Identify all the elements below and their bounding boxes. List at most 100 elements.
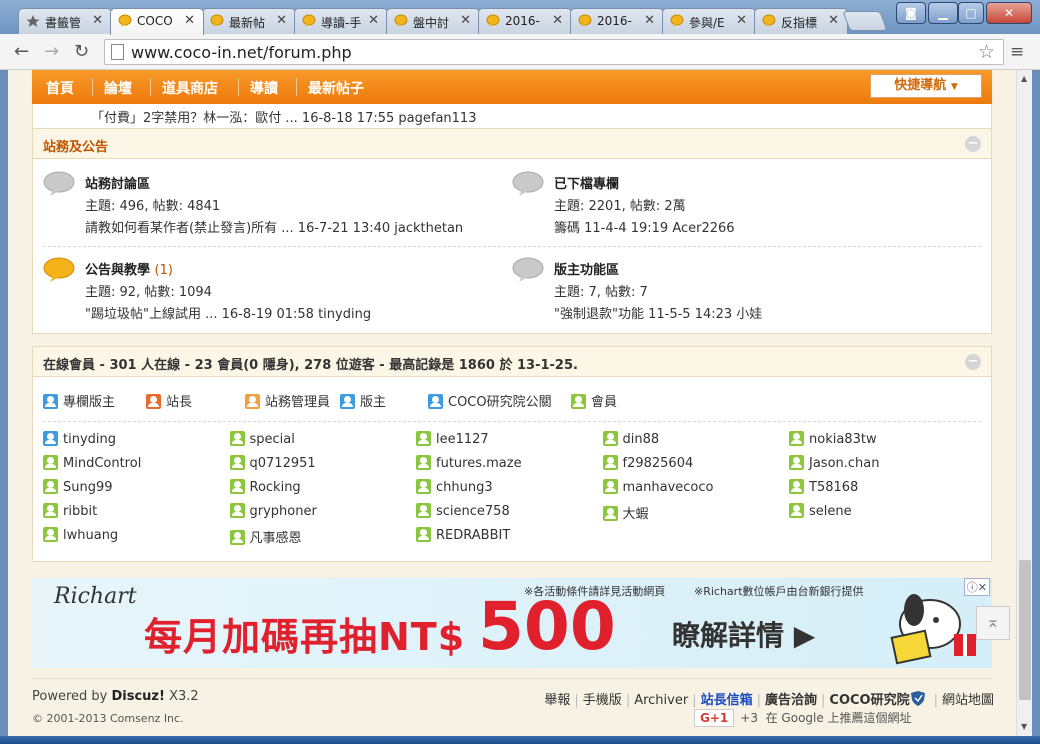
menu-icon[interactable]: ≡ <box>1010 42 1024 62</box>
ad-banner[interactable]: Richart ※各活動條件請詳見活動網頁 ※Richart數位帳戶由台新銀行提… <box>32 578 992 668</box>
nav-shop[interactable]: 道具商店 <box>162 78 218 98</box>
forum-last-post[interactable]: 籌碼 11-4-4 19:19 Acer2266 <box>554 217 735 236</box>
shield-icon[interactable] <box>910 691 930 708</box>
footer-link[interactable]: 手機版 <box>583 693 622 708</box>
browser-tab[interactable]: 反指標 ✕ <box>754 8 848 34</box>
tab-close-icon[interactable]: ✕ <box>828 13 839 28</box>
online-member[interactable]: MindControl <box>43 455 141 471</box>
url-text[interactable]: www.coco-in.net/forum.php <box>131 43 352 62</box>
footer-link[interactable]: 站長信箱 <box>701 693 753 708</box>
back-arrow-icon[interactable]: ← <box>14 41 29 62</box>
online-title-label[interactable]: 在線會員 <box>43 358 95 373</box>
scroll-down-arrow-icon[interactable]: ▼ <box>1021 722 1027 731</box>
scrollbar-thumb[interactable] <box>1019 560 1031 700</box>
forum-name-link[interactable]: 公告與教學 <box>85 263 150 278</box>
online-member[interactable]: 凡事感恩 <box>229 527 302 546</box>
tab-close-icon[interactable]: ✕ <box>644 13 655 28</box>
nav-forum[interactable]: 論壇 <box>104 78 132 98</box>
nav-guide[interactable]: 導讀 <box>250 78 278 98</box>
online-member[interactable]: nokia83tw <box>789 431 877 447</box>
online-member[interactable]: Jason.chan <box>789 455 880 471</box>
tab-label: 2016- <box>505 14 540 28</box>
online-member[interactable]: REDRABBIT <box>416 527 510 543</box>
last-post-link[interactable]: 「付費」2字禁用？林一泓：歐付 ... 16-8-18 17:55 pagefa… <box>91 107 476 126</box>
footer-link[interactable]: Archiver <box>634 693 688 708</box>
online-member[interactable]: f29825604 <box>602 455 693 471</box>
forum-nav-bar: 首頁 論壇 道具商店 導讀 最新帖子 快捷導航 ▼ <box>32 70 992 104</box>
online-member[interactable]: manhavecoco <box>602 479 713 495</box>
member-name: Sung99 <box>63 480 113 495</box>
ad-close-icon[interactable]: ⓘ✕ <box>963 578 990 596</box>
section-title[interactable]: 站務及公告 <box>43 136 108 155</box>
browser-tab[interactable]: 盤中討 ✕ <box>386 8 480 34</box>
address-bar[interactable]: www.coco-in.net/forum.php ☆ <box>104 39 1004 65</box>
member-name: lee1127 <box>436 432 489 447</box>
member-name: REDRABBIT <box>436 528 511 543</box>
forum-stats: 主題: 92, 帖數: 1094 <box>85 285 212 300</box>
online-member[interactable]: 大蝦 <box>602 503 649 522</box>
maximize-button[interactable]: □ <box>958 2 984 24</box>
browser-tab[interactable]: 2016- ✕ <box>478 8 572 34</box>
footer-link[interactable]: COCO研究院 <box>829 693 909 708</box>
forward-arrow-icon[interactable]: → <box>44 41 59 62</box>
forum-name-link[interactable]: 版主功能區 <box>554 263 619 278</box>
online-member[interactable]: special <box>229 431 295 447</box>
online-member[interactable]: chhung3 <box>416 479 493 495</box>
online-member[interactable]: din88 <box>602 431 659 447</box>
browser-tab[interactable]: 最新帖 ✕ <box>202 8 296 34</box>
tab-close-icon[interactable]: ✕ <box>460 13 471 28</box>
footer-link[interactable]: 廣告洽詢 <box>765 693 817 708</box>
tab-close-icon[interactable]: ✕ <box>276 13 287 28</box>
quick-nav-button[interactable]: 快捷導航 ▼ <box>870 74 982 98</box>
collapse-icon[interactable]: − <box>965 354 981 370</box>
online-member[interactable]: tinyding <box>43 431 116 447</box>
nav-latest[interactable]: 最新帖子 <box>308 78 364 98</box>
online-member[interactable]: gryphoner <box>229 503 317 519</box>
profile-icon[interactable]: ◙ <box>896 2 926 24</box>
google-plus-button[interactable]: G+1 <box>694 709 735 727</box>
online-member[interactable]: ribbit <box>43 503 97 519</box>
vertical-scrollbar[interactable]: ▲ ▼ <box>1016 70 1032 736</box>
browser-tab[interactable]: 書籤管 ✕ <box>18 8 112 34</box>
copyright-link[interactable]: © 2001-2013 Comsenz Inc. <box>32 712 184 725</box>
tab-close-icon[interactable]: ✕ <box>184 13 195 28</box>
forum-last-post[interactable]: 請教如何看某作者(禁止發言)所有 ... 16-7-21 13:40 jackt… <box>85 217 463 236</box>
online-member[interactable]: q0712951 <box>229 455 316 471</box>
new-tab-button[interactable] <box>842 11 888 31</box>
powered-brand-link[interactable]: Discuz! <box>111 689 164 704</box>
browser-tab[interactable]: COCO ✕ <box>110 8 204 35</box>
online-member[interactable]: Sung99 <box>43 479 113 495</box>
tab-close-icon[interactable]: ✕ <box>92 13 103 28</box>
tab-close-icon[interactable]: ✕ <box>736 13 747 28</box>
scroll-up-arrow-icon[interactable]: ▲ <box>1021 74 1027 83</box>
online-member[interactable]: Rocking <box>229 479 301 495</box>
forum-name-link[interactable]: 站務討論區 <box>85 177 150 192</box>
close-window-button[interactable]: ✕ <box>986 2 1032 24</box>
footer-link[interactable]: 舉報 <box>544 693 570 708</box>
forum-last-post[interactable]: "強制退款"功能 11-5-5 14:23 小娃 <box>554 303 762 322</box>
browser-tab[interactable]: 參與/E ✕ <box>662 8 756 34</box>
forum-name-link[interactable]: 已下檔專欄 <box>554 177 619 192</box>
tab-close-icon[interactable]: ✕ <box>368 13 379 28</box>
link-separator: | <box>692 693 697 708</box>
online-member[interactable]: science758 <box>416 503 510 519</box>
browser-tab[interactable]: 導讀-手 ✕ <box>294 8 388 34</box>
online-member[interactable]: T58168 <box>789 479 858 495</box>
tab-close-icon[interactable]: ✕ <box>552 13 563 28</box>
minimize-button[interactable]: ▁ <box>928 2 958 24</box>
online-member[interactable]: futures.maze <box>416 455 522 471</box>
online-member[interactable]: lwhuang <box>43 527 118 543</box>
online-member[interactable]: lee1127 <box>416 431 489 447</box>
member-name: gryphoner <box>249 504 317 519</box>
online-member[interactable]: selene <box>789 503 852 519</box>
collapse-icon[interactable]: − <box>965 136 981 152</box>
reload-icon[interactable]: ↻ <box>74 41 89 62</box>
forum-last-post[interactable]: "踢垃圾帖"上線試用 ... 16-8-19 01:58 tinyding <box>85 303 371 322</box>
tab-label: 參與/E <box>689 16 725 30</box>
browser-tab[interactable]: 2016- ✕ <box>570 8 664 34</box>
ad-cta[interactable]: 瞭解詳情 ▶ <box>672 614 815 654</box>
bookmark-star-icon[interactable]: ☆ <box>978 41 995 63</box>
back-to-top-icon[interactable]: ⌅ <box>976 606 1010 640</box>
nav-home[interactable]: 首頁 <box>46 78 74 98</box>
footer-link[interactable]: 網站地圖 <box>942 693 994 708</box>
